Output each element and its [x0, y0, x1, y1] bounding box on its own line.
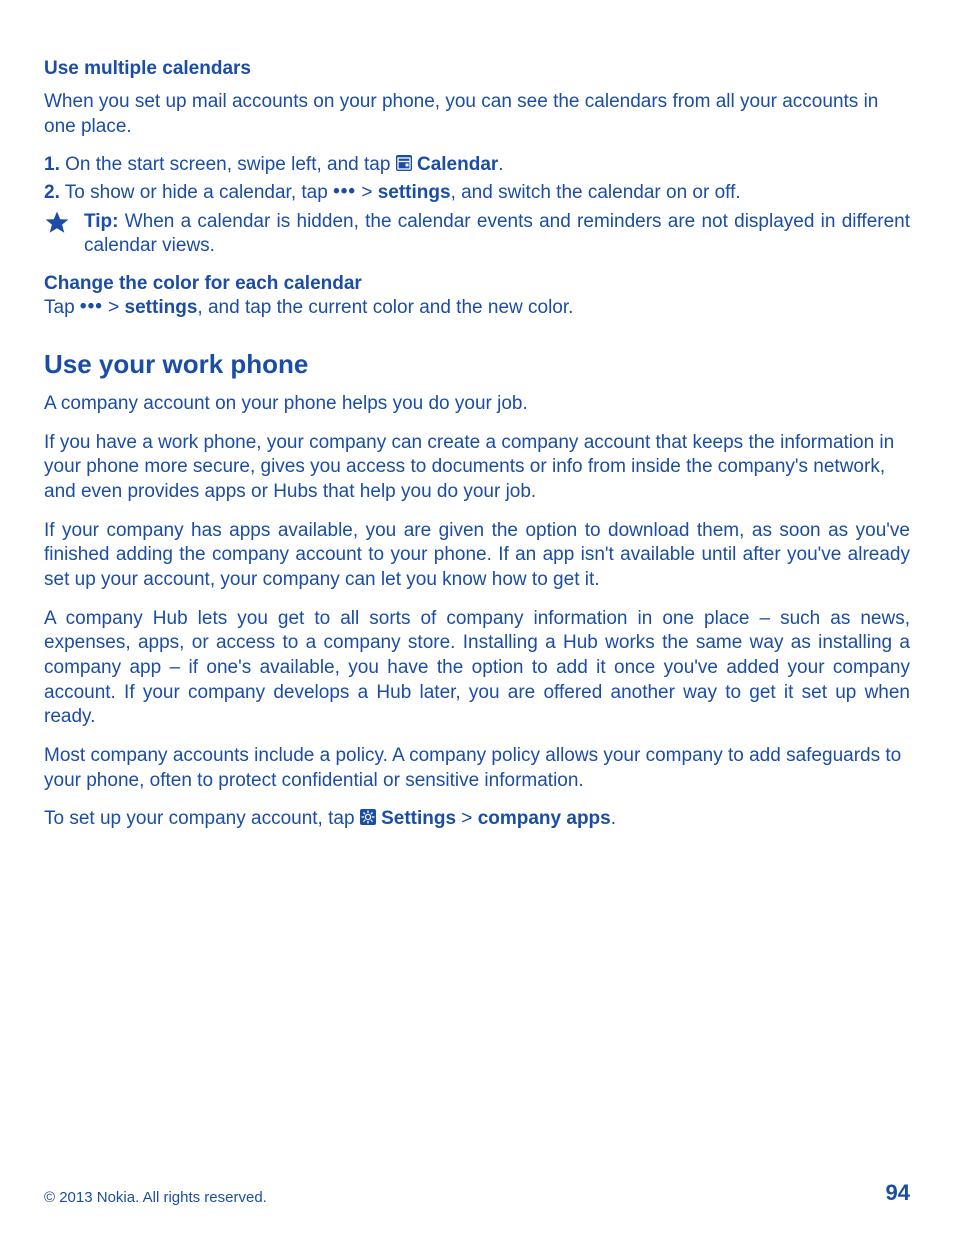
heading-use-multiple-calendars: Use multiple calendars [44, 58, 910, 80]
document-page: Use multiple calendars When you set up m… [0, 0, 954, 1258]
step-1-text-a: On the start screen, swipe left, and tap [60, 154, 396, 175]
step-2-text-d: , and switch the calendar on or off. [451, 182, 741, 203]
work-p3: If your company has apps available, you … [44, 519, 910, 593]
page-number: 94 [886, 1180, 910, 1206]
settings-label: settings [378, 182, 451, 203]
work-p5: Most company accounts include a policy. … [44, 744, 910, 793]
tip-body: Tip: When a calendar is hidden, the cale… [84, 210, 910, 259]
page-footer: © 2013 Nokia. All rights reserved. 94 [44, 1180, 910, 1206]
tip-label: Tip: [84, 211, 118, 232]
p6-c: > [456, 808, 478, 829]
copyright-text: © 2013 Nokia. All rights reserved. [44, 1189, 267, 1206]
step-2-number: 2. [44, 182, 60, 203]
more-icon: ••• [333, 180, 356, 205]
p6-a: To set up your company account, tap [44, 808, 360, 829]
work-p2: If you have a work phone, your company c… [44, 431, 910, 505]
work-p6: To set up your company account, tap Sett… [44, 807, 910, 832]
step-2-text-b: > [356, 182, 378, 203]
cc-d: , and tap the current color and the new … [197, 297, 573, 318]
settings-app-label: Settings [381, 808, 456, 829]
change-color-instruction: Tap ••• > settings, and tap the current … [44, 295, 910, 321]
heading-use-your-work-phone: Use your work phone [44, 349, 910, 380]
step-1-number: 1. [44, 154, 60, 175]
calendar-icon [396, 155, 412, 171]
heading-change-color: Change the color for each calendar [44, 273, 910, 295]
more-icon: ••• [80, 295, 103, 320]
cc-b: > [103, 297, 125, 318]
step-2: 2. To show or hide a calendar, tap ••• >… [44, 180, 910, 206]
p6-e: . [611, 808, 616, 829]
step-1-text-c: . [498, 154, 503, 175]
tip-block: Tip: When a calendar is hidden, the cale… [44, 210, 910, 259]
settings-label: settings [125, 297, 198, 318]
work-p4: A company Hub lets you get to all sorts … [44, 607, 910, 730]
page-content: Use multiple calendars When you set up m… [44, 58, 910, 1180]
intro-paragraph: When you set up mail accounts on your ph… [44, 90, 910, 139]
work-p1: A company account on your phone helps yo… [44, 392, 910, 417]
star-icon [44, 210, 70, 259]
calendar-label: Calendar [417, 154, 498, 175]
settings-gear-icon [360, 809, 376, 825]
step-2-text-a: To show or hide a calendar, tap [60, 182, 333, 203]
company-apps-label: company apps [478, 808, 611, 829]
step-1: 1. On the start screen, swipe left, and … [44, 153, 910, 178]
tip-text: When a calendar is hidden, the calendar … [84, 211, 910, 257]
cc-a: Tap [44, 297, 80, 318]
